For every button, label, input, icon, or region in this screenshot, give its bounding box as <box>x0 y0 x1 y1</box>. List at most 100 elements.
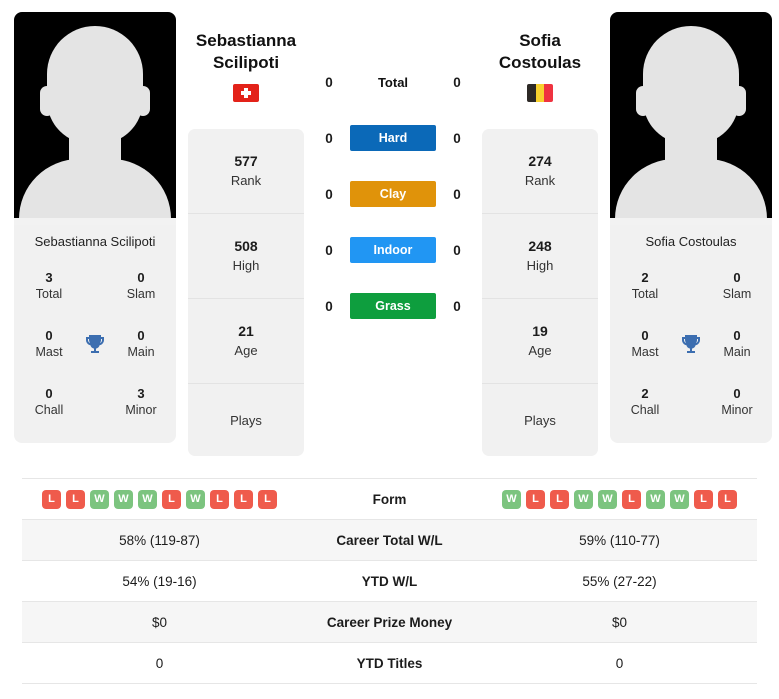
surface-hard-label[interactable]: Hard <box>350 125 436 151</box>
title-mast-value-left: 0 <box>45 328 53 343</box>
surface-grass-left-value: 0 <box>325 298 333 314</box>
form-badge-loss: L <box>258 489 277 509</box>
player-last-name-left: Scilipoti <box>212 53 280 72</box>
form-badge-win: W <box>186 489 205 509</box>
stat-plays-left: Plays <box>188 384 304 456</box>
title-minor-value-right: 0 <box>733 386 741 401</box>
form-cell-left: LLWWWLWLLL <box>22 479 297 520</box>
title-minor-label-left: Minor <box>125 403 157 417</box>
stat-plays-label-left: Plays <box>230 412 262 428</box>
career-prize-money-right: $0 <box>611 614 628 630</box>
row-label-career-total-wl: Career Total W/L <box>336 532 443 548</box>
title-slam-value-right: 0 <box>733 270 741 285</box>
avatar-silhouette-ear-right <box>732 86 746 116</box>
surface-clay-label[interactable]: Clay <box>350 181 436 207</box>
player-first-name-right: Sofia <box>519 31 561 50</box>
title-slam-label-left: Slam <box>126 287 156 301</box>
stat-age-label-left: Age <box>234 343 258 358</box>
title-mast-value-right: 0 <box>641 328 649 343</box>
form-badge-loss: L <box>550 489 569 509</box>
title-mast-label-right: Mast <box>631 345 659 359</box>
surface-row-hard: 0 Hard 0 <box>316 124 470 152</box>
title-main-right: 0 Main <box>708 327 766 361</box>
title-chall-label-right: Chall <box>630 403 660 417</box>
surface-indoor-left-value: 0 <box>325 242 333 258</box>
row-label-career-prize-money: Career Prize Money <box>326 614 453 630</box>
comparison-header: Sebastianna Scilipoti 3 Total 0 Slam 0 M… <box>0 0 779 478</box>
title-total-label-left: Total <box>35 287 63 301</box>
title-chall-right: 2 Chall <box>616 385 674 419</box>
form-badges-left: LLWWWLWLLL <box>22 489 297 509</box>
stat-high-value-right: 248 <box>528 238 552 254</box>
career-prize-money-left: $0 <box>151 614 168 630</box>
stat-age-value-right: 19 <box>532 323 548 339</box>
avatar <box>610 12 772 225</box>
ytd-wl-left: 54% (19-16) <box>122 573 197 589</box>
title-mast-label-left: Mast <box>35 345 63 359</box>
stat-high-right: 248 High <box>482 214 598 299</box>
ytd-wl-right: 55% (27-22) <box>582 573 657 589</box>
avatar-silhouette-ear-right <box>136 86 150 116</box>
avatar <box>14 12 176 225</box>
row-label-ytd-titles: YTD Titles <box>356 655 423 671</box>
belgium-flag-icon <box>527 84 553 102</box>
player-name-right: Sofia Costoulas <box>645 234 737 249</box>
player-panel-left: Sebastianna Scilipoti 3 Total 0 Slam 0 M… <box>14 12 176 443</box>
title-total-value-right: 2 <box>641 270 649 285</box>
title-mast-left: 0 Mast <box>20 327 78 361</box>
stat-card-left: 577 Rank 508 High 21 Age Plays <box>188 129 304 456</box>
avatar-silhouette-ear-left <box>636 86 650 116</box>
stat-card-right: 274 Rank 248 High 19 Age Plays <box>482 129 598 456</box>
stat-high-value-left: 508 <box>234 238 258 254</box>
surface-row-indoor: 0 Indoor 0 <box>316 236 470 264</box>
surface-grass-right-value: 0 <box>453 298 461 314</box>
surface-indoor-right-value: 0 <box>453 242 461 258</box>
surface-clay-right-value: 0 <box>453 186 461 202</box>
stat-age-value-left: 21 <box>238 323 254 339</box>
titles-grid-left: 3 Total 0 Slam 0 Mast 0 Main 0 Chall 3 M… <box>14 257 176 443</box>
ytd-titles-right: 0 <box>615 655 624 671</box>
surface-grass-label[interactable]: Grass <box>350 293 436 319</box>
title-chall-value-right: 2 <box>641 386 649 401</box>
form-badge-win: W <box>138 489 157 509</box>
ytd-titles-left: 0 <box>155 655 164 671</box>
stat-plays-label-right: Plays <box>524 412 556 428</box>
avatar-base <box>610 218 772 225</box>
stat-age-label-right: Age <box>528 343 552 358</box>
title-slam-label-right: Slam <box>722 287 752 301</box>
surface-hard-left-value: 0 <box>325 130 333 146</box>
form-badge-loss: L <box>210 489 229 509</box>
title-minor-left: 3 Minor <box>112 385 170 419</box>
form-cell-right: WLLWWLWWLL <box>482 479 757 520</box>
table-row: 0 YTD Titles 0 <box>22 643 757 684</box>
form-badge-win: W <box>502 489 521 509</box>
table-row: $0 Career Prize Money $0 <box>22 601 757 643</box>
title-total-left: 3 Total <box>20 269 78 303</box>
career-total-wl-right: 59% (110-77) <box>579 532 660 548</box>
stat-rank-value-right: 274 <box>528 153 552 169</box>
titles-grid-right: 2 Total 0 Slam 0 Mast 0 Main 2 Chall 0 M… <box>610 257 772 443</box>
form-badges-right: WLLWWLWWLL <box>482 489 757 509</box>
stat-rank-label-left: Rank <box>230 173 262 188</box>
form-badge-loss: L <box>694 489 713 509</box>
form-badge-loss: L <box>526 489 545 509</box>
stat-rank-value-left: 577 <box>234 153 258 169</box>
form-badge-win: W <box>574 489 593 509</box>
surface-indoor-label[interactable]: Indoor <box>350 237 436 263</box>
surface-total-left-value: 0 <box>325 74 333 90</box>
title-chall-label-left: Chall <box>34 403 64 417</box>
surface-total-right-value: 0 <box>453 74 461 90</box>
stat-high-label-left: High <box>232 258 260 273</box>
table-row: LLWWWLWLLL Form WLLWWLWWLL <box>22 478 757 520</box>
title-main-label-right: Main <box>723 345 751 359</box>
trophy-icon <box>674 332 708 356</box>
title-mast-right: 0 Mast <box>616 327 674 361</box>
surface-row-clay: 0 Clay 0 <box>316 180 470 208</box>
player-name-left: Sebastianna Scilipoti <box>34 234 156 249</box>
avatar-silhouette-ear-left <box>40 86 54 116</box>
stat-high-left: 508 High <box>188 214 304 299</box>
title-minor-right: 0 Minor <box>708 385 766 419</box>
form-badge-win: W <box>90 489 109 509</box>
surface-row-grass: 0 Grass 0 <box>316 292 470 320</box>
avatar-base <box>14 218 176 225</box>
